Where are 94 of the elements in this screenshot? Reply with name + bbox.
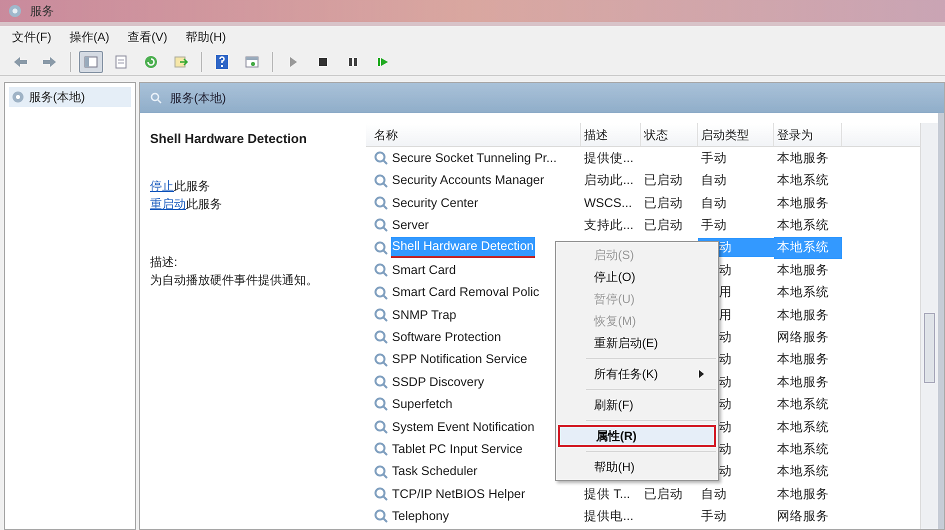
service-name-cell[interactable]: Secure Socket Tunneling Pr...	[391, 148, 558, 168]
table-cell: 用	[719, 285, 732, 300]
menu-item[interactable]: 停止(O)	[558, 266, 716, 288]
service-name-cell[interactable]: Superfetch	[391, 395, 454, 414]
service-name-cell[interactable]: Software Protection	[391, 328, 502, 347]
tree-item[interactable]: 服务(本地)	[9, 87, 131, 107]
table-cell: 网络服务	[777, 330, 829, 344]
table-cell: 本地系统	[777, 218, 829, 232]
action-text: 此服务	[174, 178, 210, 194]
console-tree-icon	[83, 54, 99, 70]
search-icon	[150, 92, 162, 104]
menu-item[interactable]: 帮助(H)	[558, 456, 716, 478]
table-cell: 手动	[701, 218, 727, 232]
column-header[interactable]: 启动类型	[698, 123, 774, 146]
service-name-cell[interactable]: Task Scheduler	[391, 462, 478, 482]
window-title: 服务	[30, 3, 54, 20]
service-name-cell[interactable]: Smart Card	[391, 260, 457, 280]
table-cell: 提供电...	[584, 509, 634, 524]
menu-item[interactable]: 帮助(H)	[185, 28, 226, 46]
service-name-cell[interactable]: SNMP Trap	[391, 306, 458, 324]
table-cell: 本地系统	[777, 285, 829, 300]
action-text: 此服务	[186, 196, 222, 212]
table-cell: 本地服务	[777, 352, 829, 366]
export-icon	[173, 54, 189, 70]
table-cell: 本地服务	[777, 374, 829, 389]
table-cell: 已启动	[644, 196, 683, 210]
table-cell: 自动	[701, 173, 727, 188]
table-cell: 动	[719, 464, 732, 478]
action-link[interactable]: 重启动	[150, 194, 186, 212]
table-cell: 网络服务	[777, 509, 829, 524]
table-cell: 已启动	[644, 218, 683, 232]
table-cell: 自动	[701, 486, 727, 501]
table-cell: 本地系统	[777, 420, 829, 434]
help-icon	[214, 54, 230, 70]
table-cell: 动	[719, 374, 732, 389]
service-name-cell[interactable]: Telephony	[391, 507, 450, 526]
table-cell: 本地系统	[777, 464, 829, 478]
service-name-cell[interactable]: Tablet PC Input Service	[391, 440, 524, 459]
table-cell-text: 本地系统	[777, 239, 829, 256]
description-text: 为自动播放硬件事件提供通知。	[150, 272, 319, 288]
menu-item[interactable]: 文件(F)	[12, 28, 52, 46]
table-cell: 本地服务	[777, 486, 829, 501]
table-cell: 动	[719, 352, 732, 366]
service-name-cell[interactable]: Smart Card Removal Polic	[391, 283, 540, 302]
service-name: Shell Hardware Detection	[150, 130, 308, 148]
service-name-cell[interactable]: Security Accounts Manager	[391, 171, 546, 190]
menu-item[interactable]: 属性(R)	[558, 425, 716, 447]
table-cell: 本地系统	[777, 173, 829, 188]
table-cell: 动	[719, 442, 732, 456]
table-cell: 动	[719, 330, 732, 344]
submenu-arrow-icon	[699, 370, 704, 378]
service-name-cell[interactable]: System Event Notification	[391, 418, 536, 436]
table-cell: 动	[719, 397, 732, 412]
table-cell: 自动	[701, 196, 727, 210]
column-header[interactable]: 登录为	[774, 123, 842, 146]
table-cell: 支持此...	[584, 218, 634, 232]
scrollbar[interactable]	[920, 123, 938, 529]
table-cell: 提供使...	[584, 150, 634, 165]
menu-item[interactable]: 重新启动(E)	[558, 332, 716, 354]
window-view-icon	[244, 54, 260, 70]
table-cell: WSCS...	[584, 196, 632, 210]
refresh-icon	[143, 54, 159, 70]
table-cell: 已启动	[644, 486, 683, 501]
service-name-cell[interactable]: SSDP Discovery	[391, 372, 486, 392]
menu-item[interactable]: 刷新(F)	[558, 394, 716, 416]
service-name-cell[interactable]: TCP/IP NetBIOS Helper	[391, 484, 526, 504]
table-cell: 动	[719, 262, 732, 277]
table-cell: 本地服务	[777, 150, 829, 165]
table-cell: 本地服务	[777, 308, 829, 322]
table-cell: 用	[719, 308, 732, 322]
table-cell: 本地服务	[777, 196, 829, 210]
table-cell: 手动	[701, 150, 727, 165]
table-cell: 本地系统	[777, 442, 829, 456]
menu-item[interactable]: 所有任务(K)	[558, 363, 716, 385]
column-header[interactable]: 描述	[581, 123, 641, 146]
table-cell: 动	[719, 420, 732, 434]
table-cell: 本地服务	[777, 262, 829, 277]
table-cell: 本地系统	[777, 397, 829, 412]
action-link[interactable]: 停止	[150, 176, 174, 194]
table-cell: 已启动	[644, 173, 683, 188]
table-cell: 手动	[701, 509, 727, 524]
service-name-cell[interactable]: Security Center	[391, 194, 480, 212]
panel-title: 服务(本地)	[170, 90, 226, 107]
table-cell: 提供 T...	[584, 486, 630, 501]
service-name-cell[interactable]: SPP Notification Service	[391, 350, 528, 370]
service-name-cell[interactable]: Server	[391, 216, 430, 235]
description-label: 描述:	[150, 254, 178, 270]
menu-item[interactable]: 操作(A)	[69, 28, 110, 46]
properties-icon	[113, 54, 129, 70]
column-header[interactable]: 名称	[366, 123, 581, 146]
table-cell: 启动此...	[584, 173, 634, 188]
column-header[interactable]: 状态	[641, 123, 698, 146]
menu-item[interactable]: 查看(V)	[127, 28, 168, 46]
table-cell: 动	[719, 240, 732, 254]
